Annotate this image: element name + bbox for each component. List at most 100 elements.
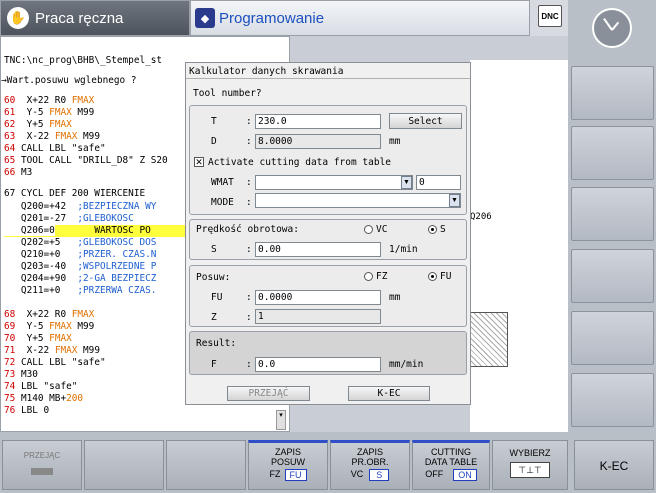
cycle-param-line[interactable]: Q201=-27 ;GLEBOKOSC bbox=[4, 213, 188, 225]
side-softkey-4[interactable] bbox=[571, 249, 654, 303]
cycle-params: Q200=+42 ;BEZPIECZNA WY Q201=-27 ;GLEBOK… bbox=[4, 201, 188, 297]
workpiece-hatch bbox=[470, 312, 508, 367]
feed-z-field[interactable]: 1 bbox=[255, 309, 381, 324]
program-line[interactable]: 62 Y+5 FMAX bbox=[4, 119, 188, 131]
program-path: TNC:\nc_prog\BHB\_Stempel_st bbox=[4, 55, 163, 66]
softkey-kec[interactable]: K-EC bbox=[574, 440, 654, 490]
softkey-wybierz[interactable]: WYBIERZ ⊤⊥⊤ bbox=[492, 440, 568, 490]
side-softkey-6[interactable] bbox=[571, 373, 654, 427]
softkey-cutting-table[interactable]: CUTTING DATA TABLE OFF ON bbox=[412, 440, 490, 490]
fu-radio[interactable] bbox=[428, 272, 437, 281]
program-header: →Wart.posuwu wglebnego ? bbox=[1, 75, 137, 86]
clock-icon bbox=[592, 8, 632, 48]
program-line[interactable]: 61 Y-5 FMAX M99 bbox=[4, 107, 188, 119]
f-label: F bbox=[211, 359, 217, 370]
wmat-number-field[interactable]: 0 bbox=[416, 175, 461, 190]
softkey-przejac[interactable]: PRZEJĄC bbox=[2, 440, 82, 490]
fz-radio[interactable] bbox=[364, 272, 373, 281]
dnc-icon[interactable]: DNC bbox=[538, 5, 562, 27]
apply-button[interactable]: PRZEJĄĆ bbox=[227, 386, 310, 401]
feed-title: Posuw: bbox=[196, 272, 231, 283]
kec-dialog-button[interactable]: K-EC bbox=[348, 386, 430, 401]
program-line[interactable]: 71 X-22 FMAX M99 bbox=[4, 345, 188, 357]
cycle-param-line[interactable]: Q210=+0 ;PRZER. CZAS.N bbox=[4, 249, 188, 261]
cycle-param-line[interactable]: Q211=+0 ;PRZERWA CZAS. bbox=[4, 285, 188, 297]
s-label: S bbox=[211, 244, 217, 255]
s-radio[interactable] bbox=[428, 225, 437, 234]
help-graphic-area bbox=[470, 60, 568, 432]
fz-radio-label: FZ bbox=[376, 271, 388, 282]
side-softkey-1[interactable] bbox=[571, 66, 654, 120]
softkey-empty-2[interactable] bbox=[166, 440, 246, 490]
mode-dropdown-icon[interactable]: ▼ bbox=[449, 194, 460, 207]
mode-label: MODE bbox=[211, 197, 234, 208]
d-colon: : bbox=[246, 136, 252, 147]
side-softkey-2[interactable] bbox=[571, 126, 654, 180]
mode-select[interactable] bbox=[255, 193, 461, 208]
tool-t-field[interactable]: 230.0 bbox=[255, 114, 381, 129]
side-softkey-3[interactable] bbox=[571, 187, 654, 241]
softkey-empty-1[interactable] bbox=[84, 440, 164, 490]
speed-s-field[interactable]: 0.00 bbox=[255, 242, 381, 257]
program-line[interactable]: 73 M30 bbox=[4, 369, 188, 381]
fu-label: FU bbox=[211, 292, 223, 303]
hand-icon: ✋ bbox=[7, 7, 29, 29]
wmat-dropdown-icon[interactable]: ▼ bbox=[401, 176, 412, 189]
feed-fu-field[interactable]: 0.0000 bbox=[255, 290, 381, 305]
d-label: D bbox=[211, 136, 217, 147]
s-radio-label: S bbox=[440, 224, 446, 235]
program-line[interactable]: 68 X+22 R0 FMAX bbox=[4, 309, 188, 321]
d-unit: mm bbox=[389, 136, 401, 147]
cycle-line[interactable]: 67 CYCL DEF 200 WIERCENIE bbox=[1, 188, 188, 200]
fu-unit: mm bbox=[389, 292, 401, 303]
program-line[interactable]: 66 M3 bbox=[4, 167, 188, 179]
program-line[interactable]: 72 CALL LBL "safe" bbox=[4, 357, 188, 369]
program-line[interactable]: 65 TOOL CALL "DRILL_D8" Z S20 bbox=[4, 155, 188, 167]
program-line[interactable]: 64 CALL LBL "safe" bbox=[4, 143, 188, 155]
mode-manual-button[interactable]: ✋ Praca ręczna bbox=[0, 0, 190, 36]
wmat-label: WMAT bbox=[211, 177, 234, 188]
q206-graphic-label: Q206 bbox=[470, 212, 492, 222]
side-softkey-5[interactable] bbox=[571, 311, 654, 365]
programming-icon: ◆ bbox=[195, 8, 215, 28]
mode-programming-tab[interactable]: ◆ Programowanie bbox=[190, 0, 530, 36]
select-button[interactable]: Select bbox=[389, 113, 462, 129]
result-title: Result: bbox=[196, 338, 237, 349]
arrow-icon bbox=[31, 468, 53, 475]
cycle-param-line[interactable]: Q204=+90 ;2-GA BEZPIECZ bbox=[4, 273, 188, 285]
cycle-param-line[interactable]: Q200=+42 ;BEZPIECZNA WY bbox=[4, 201, 188, 213]
editor-scrollbar[interactable]: ▾ bbox=[276, 410, 286, 430]
program-line[interactable]: 76 LBL 0 bbox=[4, 405, 188, 417]
cycle-param-line[interactable]: Q206=0 WARTOSC PO bbox=[4, 225, 188, 237]
wmat-colon: : bbox=[246, 177, 252, 188]
mode-colon: : bbox=[246, 197, 252, 208]
program-lines: 60 X+22 R0 FMAX 61 Y-5 FMAX M99 62 Y+5 FMA… bbox=[4, 95, 188, 179]
program-line[interactable]: 60 X+22 R0 FMAX bbox=[4, 95, 188, 107]
program-line[interactable]: 75 M140 MB+200 bbox=[4, 393, 188, 405]
program-line[interactable]: 70 Y+5 FMAX bbox=[4, 333, 188, 345]
wmat-select[interactable] bbox=[255, 175, 413, 190]
z-colon: : bbox=[246, 312, 252, 323]
tool-table-icon: ⊤⊥⊤ bbox=[510, 462, 550, 478]
s-unit: 1/min bbox=[389, 244, 418, 255]
program-lines-2: 68 X+22 R0 FMAX 69 Y-5 FMAX M99 70 Y+5 FMA… bbox=[4, 309, 188, 417]
vc-radio[interactable] bbox=[364, 225, 373, 234]
program-line[interactable]: 63 X-22 FMAX M99 bbox=[4, 131, 188, 143]
speed-title: Prędkość obrotowa: bbox=[196, 224, 299, 235]
softkey-zapis-prob[interactable]: ZAPIS PR.OBR. VC S bbox=[330, 440, 410, 490]
cycle-param-line[interactable]: Q203=-40 ;WSPOLRZEDNE P bbox=[4, 261, 188, 273]
mode-manual-label: Praca ręczna bbox=[35, 9, 124, 27]
program-line[interactable]: 74 LBL "safe" bbox=[4, 381, 188, 393]
mode-programming-label: Programowanie bbox=[219, 9, 325, 27]
cycle-param-line[interactable]: Q202=+5 ;GLEBOKOSC DOS bbox=[4, 237, 188, 249]
t-label: T bbox=[211, 116, 217, 127]
softkey-zapis-posuw[interactable]: ZAPIS POSUW FZ FU bbox=[248, 440, 328, 490]
activate-checkbox[interactable]: ✕ bbox=[194, 157, 204, 167]
result-f-field[interactable]: 0.0 bbox=[255, 357, 381, 372]
program-line[interactable]: 69 Y-5 FMAX M99 bbox=[4, 321, 188, 333]
s-colon: : bbox=[246, 244, 252, 255]
fu-colon: : bbox=[246, 292, 252, 303]
tool-d-field[interactable]: 8.0000 bbox=[255, 134, 381, 149]
vc-radio-label: VC bbox=[376, 224, 388, 235]
tool-number-prompt: Tool number? bbox=[193, 88, 262, 99]
